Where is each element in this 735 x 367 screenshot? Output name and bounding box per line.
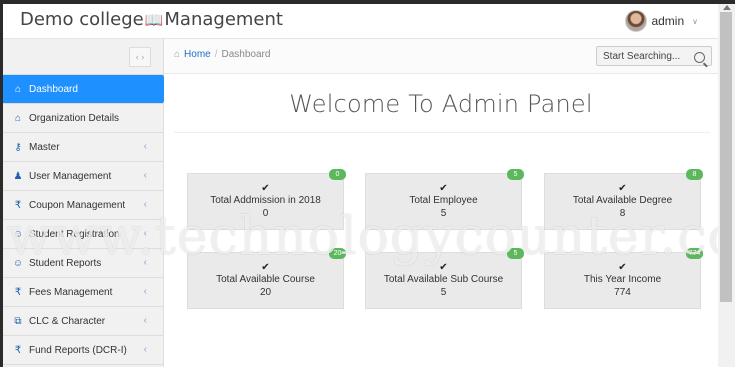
rupee-icon: ₹ — [14, 344, 22, 356]
user-name: admin — [651, 14, 685, 28]
sidebar-item-organization-details[interactable]: ⌂ Organization Details — [3, 104, 163, 133]
sidebar-item-dashboard[interactable]: ⌂ Dashboard — [3, 75, 171, 104]
scroll-up-arrow-icon[interactable] — [723, 5, 731, 10]
check-icon: ✔ — [439, 183, 448, 194]
sidebar-item-coupon-management[interactable]: ₹ Coupon Management ‹ — [3, 191, 163, 220]
count-badge: 774 — [686, 248, 703, 259]
sidebar-item-student-reports[interactable]: ☺ Student Reports ‹ — [3, 249, 163, 278]
check-icon: ✔ — [439, 262, 448, 273]
chevron-left-icon: ‹ — [143, 286, 147, 297]
scrollbar[interactable] — [718, 4, 735, 367]
chevron-left-icon: ‹ — [143, 170, 147, 181]
external-link-icon: ⧉ — [14, 315, 22, 327]
check-icon: ✔ — [618, 262, 627, 273]
breadcrumb-home-link[interactable]: Home — [184, 49, 211, 60]
breadcrumb-separator: / — [214, 49, 218, 60]
sidebar-item-label: Fund Reports (DCR-I) — [29, 344, 127, 356]
card-value: 0 — [262, 208, 269, 219]
count-badge: 5 — [507, 248, 524, 259]
rupee-icon: ₹ — [14, 286, 22, 298]
check-icon: ✔ — [261, 183, 270, 194]
user-icon: ♟ — [13, 170, 23, 182]
sidebar-item-label: User Management — [29, 170, 112, 182]
count-badge: 0 — [329, 169, 346, 180]
count-badge: 20 — [329, 248, 346, 259]
chevron-left-icon: ‹ — [143, 344, 147, 355]
sidebar-item-master[interactable]: ⚷ Master ‹ — [3, 133, 163, 162]
key-icon: ⚷ — [14, 141, 22, 153]
breadcrumb: ⌂ Home / Dashboard — [174, 49, 270, 60]
stat-card-income[interactable]: 774 ✔ This Year Income 774 — [544, 248, 703, 309]
home-icon: ⌂ — [14, 83, 22, 95]
sidebar-item-fund-reports[interactable]: ₹ Fund Reports (DCR-I) ‹ — [3, 336, 163, 365]
sidebar-item-label: Student Reports — [29, 257, 102, 269]
brand-text-left: Demo college — [20, 9, 144, 30]
sidebar-item-student-registration[interactable]: ☺ Student Registration ‹ — [3, 220, 163, 249]
stat-card-degrees[interactable]: 8 ✔ Total Available Degree 8 — [544, 169, 703, 230]
brand-title[interactable]: Demo college📖Management — [20, 9, 283, 30]
rupee-icon: ₹ — [14, 199, 22, 211]
sidebar: ‹ › ⌂ Dashboard ⌂ Organization Details ⚷… — [3, 39, 171, 367]
stat-card-admissions[interactable]: 0 ✔ Total Addmission in 2018 0 — [187, 169, 346, 230]
sidebar-item-label: Dashboard — [29, 83, 78, 95]
home-icon: ⌂ — [14, 112, 22, 124]
card-label: Total Available Sub Course — [383, 274, 504, 285]
card-label: Total Addmission in 2018 — [210, 195, 321, 206]
breadcrumb-current: Dashboard — [221, 49, 271, 60]
card-value: 5 — [440, 287, 447, 298]
page-title: Welcome To Admin Panel — [289, 90, 593, 118]
card-value: 774 — [614, 287, 631, 298]
sidebar-item-label: Student Registration — [29, 228, 120, 240]
card-label: This Year Income — [583, 274, 662, 285]
title-divider — [174, 132, 710, 133]
sidebar-toggle-row: ‹ › — [3, 39, 163, 75]
open-book-icon: 📖 — [144, 11, 164, 29]
brand-text-right: Management — [164, 9, 283, 30]
chevron-left-icon: ‹ — [143, 315, 147, 326]
check-icon: ✔ — [618, 183, 627, 194]
sidebar-item-label: CLC & Character — [29, 315, 106, 327]
sidebar-item-fees-management[interactable]: ₹ Fees Management ‹ — [3, 278, 163, 307]
card-value: 8 — [619, 208, 626, 219]
chevron-left-icon: ‹ — [143, 199, 147, 210]
card-value: 5 — [440, 208, 447, 219]
card-value: 20 — [259, 287, 272, 298]
sidebar-collapse-button[interactable]: ‹ › — [129, 47, 151, 67]
search-icon[interactable] — [694, 52, 705, 63]
stat-card-courses[interactable]: 20 ✔ Total Available Course 20 — [187, 248, 346, 309]
count-badge: 8 — [686, 169, 703, 180]
breadcrumb-bar: ⌂ Home / Dashboard Start Searching... — [164, 39, 718, 74]
chevron-left-icon: ‹ — [143, 228, 147, 239]
sidebar-item-label: Fees Management — [29, 286, 113, 298]
chevron-left-icon: ‹ — [143, 257, 147, 268]
card-label: Total Available Degree — [572, 195, 673, 206]
sidebar-item-user-management[interactable]: ♟ User Management ‹ — [3, 162, 163, 191]
home-icon: ⌂ — [174, 49, 181, 60]
users-icon: ☺ — [12, 257, 24, 269]
sidebar-item-label: Coupon Management — [29, 199, 126, 211]
stat-card-employees[interactable]: 5 ✔ Total Employee 5 — [365, 169, 524, 230]
card-label: Total Employee — [409, 195, 478, 206]
check-icon: ✔ — [261, 262, 270, 273]
card-label: Total Available Course — [216, 274, 315, 285]
user-menu[interactable]: admin ∨ — [625, 10, 698, 32]
sidebar-item-clc-character[interactable]: ⧉ CLC & Character ‹ — [3, 307, 163, 336]
chevron-down-icon: ∨ — [692, 16, 698, 26]
main-content: ⌂ Home / Dashboard Start Searching... We… — [164, 39, 718, 367]
top-navbar: Demo college📖Management admin ∨ — [3, 4, 718, 39]
sidebar-item-label: Master — [29, 141, 60, 153]
count-badge: 5 — [507, 169, 524, 180]
admin-app: Demo college📖Management admin ∨ ‹ › ⌂ Da… — [3, 4, 718, 367]
scrollbar-thumb[interactable] — [720, 12, 732, 302]
sidebar-item-label: Organization Details — [29, 112, 120, 124]
stat-card-sub-courses[interactable]: 5 ✔ Total Available Sub Course 5 — [365, 248, 524, 309]
chevron-left-icon: ‹ — [143, 141, 147, 152]
avatar — [625, 10, 648, 32]
users-icon: ☺ — [12, 228, 24, 240]
